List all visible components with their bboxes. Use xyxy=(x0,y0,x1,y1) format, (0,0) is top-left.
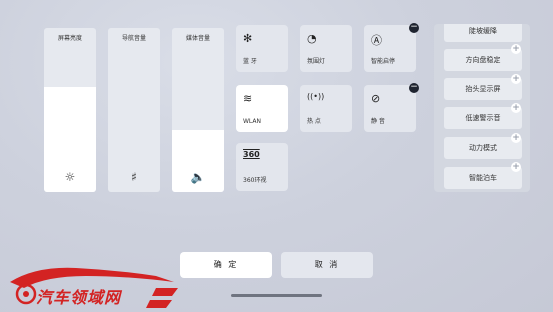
drive-mode-item[interactable]: 动力模式 xyxy=(444,137,522,159)
home-indicator[interactable] xyxy=(231,294,322,297)
brightness-icon: ☼ xyxy=(64,170,76,184)
auto-start-stop-label: 智能启停 xyxy=(371,58,396,65)
surround-360-tile[interactable]: 360 360环视 xyxy=(236,143,288,191)
silent-tile[interactable]: ⊘ 静 音 xyxy=(364,85,416,132)
muted-speaker-icon: ♯ xyxy=(131,170,137,184)
smart-parking-item[interactable]: 智能泊车 xyxy=(444,167,522,189)
add-steering-stability-icon[interactable]: + xyxy=(511,44,521,54)
surround-360-label: 360环视 xyxy=(243,177,267,184)
wlan-tile[interactable]: ≋ WLAN xyxy=(236,85,288,132)
remove-silent-icon[interactable]: − xyxy=(409,83,419,93)
hotspot-label: 热 点 xyxy=(307,118,321,125)
add-low-speed-warning-icon[interactable]: + xyxy=(511,103,521,113)
head-up-display-item[interactable]: 抬头显示屏 xyxy=(444,78,522,100)
add-head-up-display-icon[interactable]: + xyxy=(511,74,521,84)
bluetooth-tile[interactable]: ✻ 蓝 牙 xyxy=(236,25,288,72)
silent-label: 静 音 xyxy=(371,118,385,125)
hotspot-tile[interactable]: ((•)) 热 点 xyxy=(300,85,352,132)
confirm-button[interactable]: 确 定 xyxy=(180,252,272,278)
hill-descent-item[interactable]: 陡坡缓降 xyxy=(444,24,522,42)
camera-360-icon: 360 xyxy=(243,150,260,159)
nav-volume-slider[interactable]: 导航音量 ♯ xyxy=(108,28,160,192)
nav-volume-title: 导航音量 xyxy=(121,35,146,42)
wifi-icon: ≋ xyxy=(243,92,253,105)
media-volume-slider[interactable]: 媒体音量 🔈 xyxy=(172,28,224,192)
wlan-label: WLAN xyxy=(243,118,262,125)
cancel-button[interactable]: 取 消 xyxy=(281,252,373,278)
low-speed-warning-item[interactable]: 低速警示音 xyxy=(444,107,522,129)
watermark-text: 汽车领域网 xyxy=(36,288,122,307)
remove-auto-start-stop-icon[interactable]: − xyxy=(409,23,419,33)
ambient-light-label: 氛围灯 xyxy=(307,58,326,65)
speaker-icon: 🔈 xyxy=(190,170,206,184)
brightness-slider[interactable]: 屏幕亮度 ☼ xyxy=(44,28,96,192)
add-drive-mode-icon[interactable]: + xyxy=(511,133,521,143)
add-smart-parking-icon[interactable]: + xyxy=(511,162,521,172)
mute-icon: ⊘ xyxy=(371,92,381,105)
palette-icon: ◔ xyxy=(307,32,317,45)
hotspot-icon: ((•)) xyxy=(307,92,325,101)
bluetooth-label: 蓝 牙 xyxy=(243,58,257,65)
auto-start-stop-tile[interactable]: Ⓐ 智能启停 xyxy=(364,25,416,72)
bluetooth-icon: ✻ xyxy=(243,32,253,45)
media-volume-title: 媒体音量 xyxy=(185,35,210,42)
brightness-title: 屏幕亮度 xyxy=(57,35,82,42)
ambient-light-tile[interactable]: ◔ 氛围灯 xyxy=(300,25,352,72)
auto-start-stop-icon: Ⓐ xyxy=(371,34,382,47)
steering-stability-item[interactable]: 方向盘稳定 xyxy=(444,49,522,71)
